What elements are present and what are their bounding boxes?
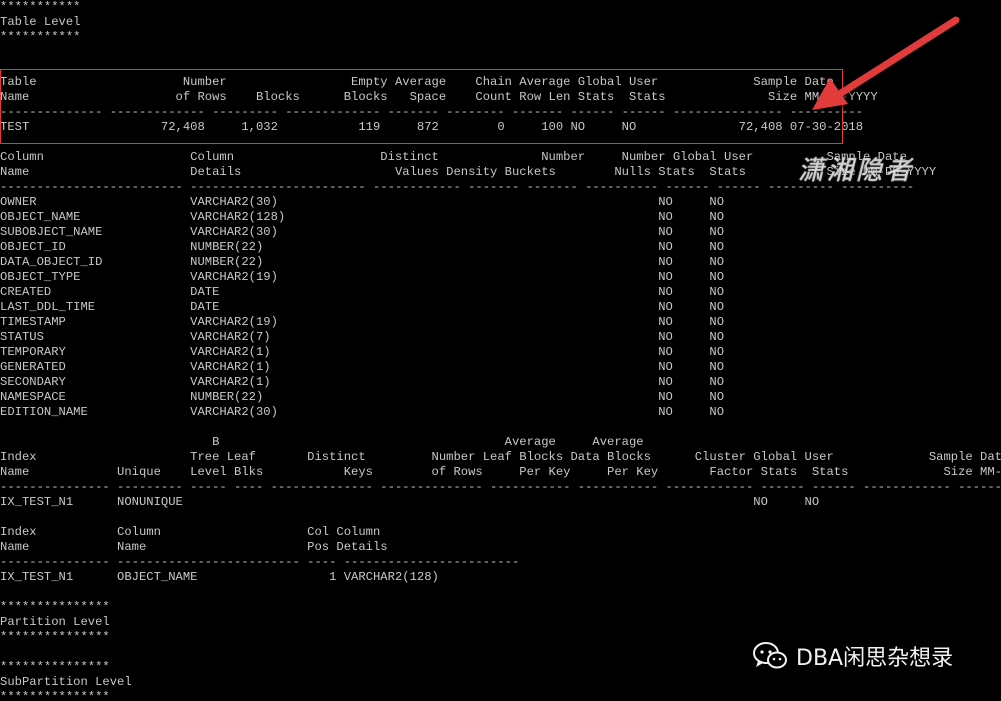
terminal-line: OBJECT_TYPE VARCHAR2(19) NO NO	[0, 270, 725, 284]
terminal-line: ***********	[0, 0, 81, 14]
brand-name: DBA闲思杂想录	[796, 646, 954, 671]
terminal-line: TEST 72,408 1,032 119 872 0 100 NO NO 72…	[0, 120, 864, 134]
terminal-line: STATUS VARCHAR2(7) NO NO	[0, 330, 725, 344]
terminal-line: OBJECT_ID NUMBER(22) NO NO	[0, 240, 725, 254]
terminal-line: SECONDARY VARCHAR2(1) NO NO	[0, 375, 725, 389]
terminal-line: ***************	[0, 690, 110, 701]
terminal-line: TEMPORARY VARCHAR2(1) NO NO	[0, 345, 725, 359]
terminal-line: Name Unique Level Blks Keys of Rows Per …	[0, 465, 1001, 479]
terminal-line: ***********	[0, 30, 81, 44]
terminal-line: OWNER VARCHAR2(30) NO NO	[0, 195, 725, 209]
terminal-line: DATA_OBJECT_ID NUMBER(22) NO NO	[0, 255, 725, 269]
brand-badge: DBA闲思杂想录	[752, 640, 953, 672]
terminal-line: ***************	[0, 600, 110, 614]
wechat-icon	[753, 642, 787, 669]
terminal-line: --------------- ------------------------…	[0, 555, 520, 569]
terminal-line: Table Level	[0, 15, 81, 29]
terminal-line: SUBOBJECT_NAME VARCHAR2(30) NO NO	[0, 225, 725, 239]
terminal-line: IX_TEST_N1 NONUNIQUE NO NO	[0, 495, 820, 509]
terminal-line: Index Tree Leaf Distinct Number Leaf Blo…	[0, 450, 1001, 464]
terminal-line: SubPartition Level	[0, 675, 132, 689]
terminal-line: Index Column Col Column	[0, 525, 381, 539]
terminal-line: NAMESPACE NUMBER(22) NO NO	[0, 390, 725, 404]
terminal-line: B Average Average	[0, 435, 644, 449]
terminal-line: EDITION_NAME VARCHAR2(30) NO NO	[0, 405, 725, 419]
terminal-line: Table Number Empty Average Chain Average…	[0, 75, 834, 89]
terminal-line: LAST_DDL_TIME DATE NO NO	[0, 300, 725, 314]
terminal-line: Name of Rows Blocks Blocks Space Count R…	[0, 90, 878, 104]
terminal-line: OBJECT_NAME VARCHAR2(128) NO NO	[0, 210, 725, 224]
terminal-line: Name Name Pos Details	[0, 540, 388, 554]
terminal-line: --------------- --------- ----- ---- ---…	[0, 480, 1001, 494]
terminal-line: TIMESTAMP VARCHAR2(19) NO NO	[0, 315, 725, 329]
watermark-text: 潇湘隐者	[798, 156, 915, 187]
terminal-output: *********** Table Level *********** Table N…	[0, 0, 1001, 701]
terminal-line: CREATED DATE NO NO	[0, 285, 725, 299]
terminal-line: GENERATED VARCHAR2(1) NO NO	[0, 360, 725, 374]
terminal-line: Partition Level	[0, 615, 110, 629]
terminal-line: -------------- ------------- --------- -…	[0, 105, 864, 119]
terminal-line: IX_TEST_N1 OBJECT_NAME 1 VARCHAR2(128)	[0, 570, 439, 584]
